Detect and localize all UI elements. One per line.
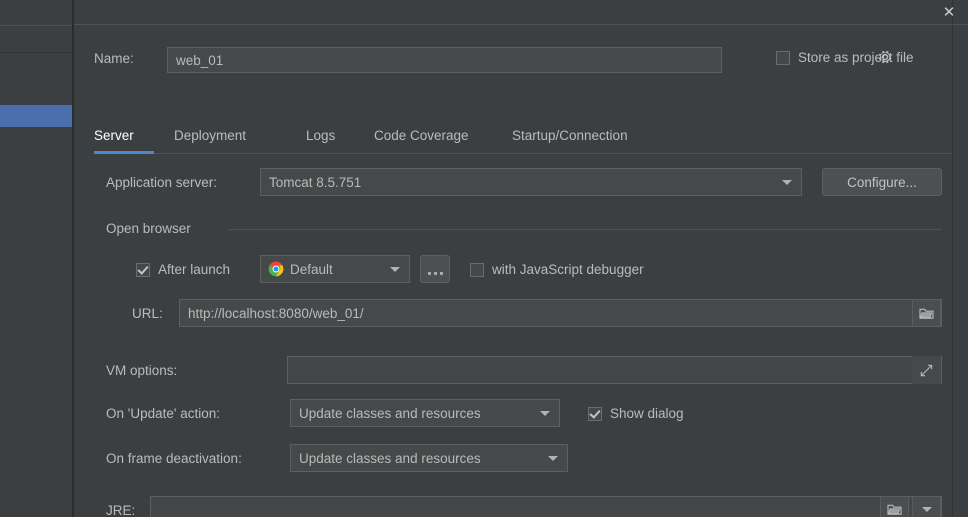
- url-value: http://localhost:8080/web_01/: [188, 306, 364, 321]
- folder-icon: [887, 503, 902, 516]
- configurations-sidebar: [0, 0, 73, 517]
- vm-options-label: VM options:: [106, 363, 177, 378]
- application-server-label: Application server:: [106, 175, 217, 190]
- js-debugger-label: with JavaScript debugger: [492, 262, 644, 277]
- chevron-down-icon: [548, 456, 558, 461]
- sidebar-item-selected[interactable]: [0, 105, 72, 127]
- url-label: URL:: [132, 306, 163, 321]
- after-launch-label: After launch: [158, 262, 230, 277]
- gear-icon[interactable]: [876, 48, 894, 66]
- configure-button[interactable]: Configure...: [822, 168, 942, 196]
- on-update-action-label: On 'Update' action:: [106, 406, 220, 421]
- close-icon[interactable]: ✕: [938, 2, 960, 22]
- titlebar-separator: [74, 24, 968, 25]
- tab-deployment[interactable]: Deployment: [174, 120, 246, 152]
- show-dialog-label: Show dialog: [610, 406, 684, 421]
- chevron-down-icon: [782, 180, 792, 185]
- folder-icon: [919, 307, 934, 320]
- chevron-down-icon: [540, 411, 550, 416]
- tab-code-coverage[interactable]: Code Coverage: [374, 120, 469, 152]
- url-input[interactable]: http://localhost:8080/web_01/: [179, 299, 942, 327]
- name-row: Name: Store as project file: [74, 46, 954, 74]
- chevron-down-icon: [390, 267, 400, 272]
- tab-server[interactable]: Server: [94, 120, 134, 152]
- on-frame-deactivation-label: On frame deactivation:: [106, 451, 242, 466]
- after-launch-checkbox[interactable]: After launch: [136, 262, 230, 277]
- chrome-icon: [268, 261, 284, 277]
- tab-bar: Server Deployment Logs Code Coverage Sta…: [74, 120, 954, 154]
- application-server-combo[interactable]: Tomcat 8.5.751: [260, 168, 802, 196]
- show-dialog-checkbox[interactable]: Show dialog: [588, 406, 684, 421]
- vertical-scrollbar[interactable]: [954, 0, 968, 517]
- on-frame-deactivation-value: Update classes and resources: [299, 451, 481, 466]
- dot-2: [434, 272, 437, 275]
- tab-logs[interactable]: Logs: [306, 120, 335, 152]
- application-server-value: Tomcat 8.5.751: [269, 175, 361, 190]
- js-debugger-checkbox[interactable]: with JavaScript debugger: [470, 262, 644, 277]
- jre-label: JRE:: [106, 503, 135, 517]
- after-launch-checkbox-box: [136, 263, 150, 277]
- dot-1: [428, 272, 431, 275]
- browser-value: Default: [290, 262, 333, 277]
- js-debugger-checkbox-box: [470, 263, 484, 277]
- vm-options-expand-button[interactable]: [912, 356, 941, 384]
- panel-right-edge: [952, 0, 953, 517]
- configuration-editor-panel: Name: Store as project file Server Deplo…: [74, 0, 954, 517]
- open-browser-group-title: Open browser: [106, 221, 199, 236]
- tab-baseline: [94, 153, 954, 154]
- open-browser-group-line: [228, 229, 942, 230]
- dialog-titlebar: ✕: [0, 0, 968, 25]
- on-frame-deactivation-combo[interactable]: Update classes and resources: [290, 444, 568, 472]
- expand-icon: [919, 363, 934, 378]
- dot-3: [440, 272, 443, 275]
- on-update-action-value: Update classes and resources: [299, 406, 481, 421]
- tab-startup-connection[interactable]: Startup/Connection: [512, 120, 628, 152]
- on-update-action-combo[interactable]: Update classes and resources: [290, 399, 560, 427]
- sidebar-header-band: [0, 26, 72, 53]
- browser-browse-button[interactable]: [420, 255, 450, 283]
- store-as-project-file-checkbox-box: [776, 51, 790, 65]
- jre-browse-button[interactable]: [880, 496, 909, 517]
- name-label: Name:: [94, 51, 134, 66]
- show-dialog-checkbox-box: [588, 407, 602, 421]
- jre-input[interactable]: [150, 496, 942, 517]
- name-input[interactable]: [167, 47, 722, 73]
- store-as-project-file-label: Store as project file: [798, 50, 914, 65]
- browser-combo[interactable]: Default: [260, 255, 410, 283]
- tab-active-indicator: [94, 151, 154, 154]
- vm-options-input[interactable]: [287, 356, 942, 384]
- chevron-down-icon: [922, 507, 932, 512]
- run-debug-configurations-dialog: Name: Store as project file Server Deplo…: [0, 0, 968, 517]
- url-browse-button[interactable]: [912, 299, 941, 327]
- jre-dropdown-button[interactable]: [912, 496, 941, 517]
